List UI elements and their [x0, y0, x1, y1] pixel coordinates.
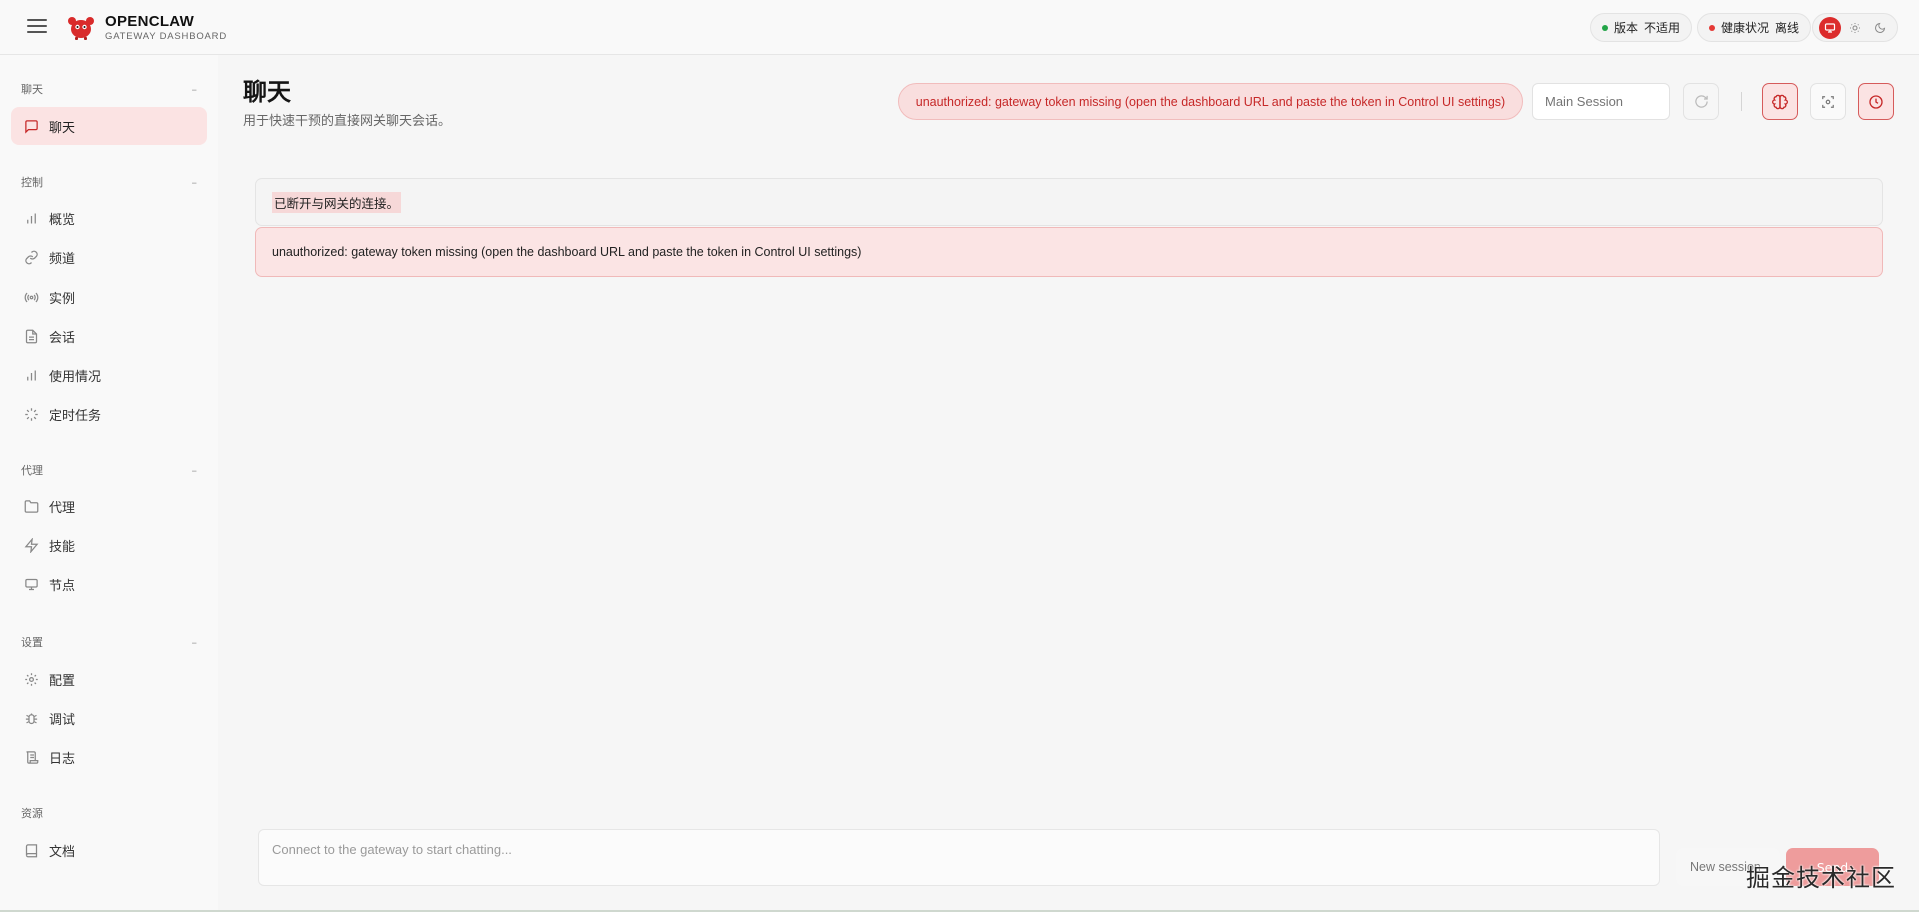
sidebar-item-chat[interactable]: 聊天	[11, 107, 207, 145]
sidebar-item-cron[interactable]: 定时任务	[11, 395, 207, 433]
sidebar-item-label: 概览	[49, 212, 76, 228]
top-bar: OPENCLAW GATEWAY DASHBOARD 版本 不适用 健康状况 离…	[0, 0, 1919, 55]
monitor-icon	[24, 578, 38, 590]
health-value: 离线	[1775, 21, 1800, 35]
section-label: 资源	[21, 807, 43, 820]
version-value: 不适用	[1644, 21, 1681, 35]
message-icon	[24, 119, 38, 134]
link-icon	[24, 250, 38, 264]
brand: OPENCLAW GATEWAY DASHBOARD	[105, 13, 227, 43]
brain-icon	[1772, 94, 1788, 109]
theme-switcher	[1812, 13, 1898, 42]
health-status-dot	[1709, 24, 1715, 31]
theme-system-button[interactable]	[1818, 16, 1841, 39]
gear-icon	[24, 672, 38, 686]
sidebar-section-control[interactable]: 控制 –	[21, 174, 197, 190]
sidebar-item-label: 使用情况	[49, 369, 102, 385]
sidebar-section-agents[interactable]: 代理 –	[21, 462, 197, 478]
sidebar-item-usage[interactable]: 使用情况	[11, 356, 207, 394]
loader-icon	[24, 407, 38, 421]
system-message: 已断开与网关的连接。	[255, 178, 1883, 226]
thinking-toggle-button[interactable]	[1762, 83, 1798, 120]
sidebar-item-logs[interactable]: 日志	[11, 738, 207, 776]
collapse-icon[interactable]: –	[192, 636, 198, 649]
error-message: unauthorized: gateway token missing (ope…	[255, 227, 1883, 277]
collapse-icon[interactable]: –	[192, 464, 198, 477]
section-label: 聊天	[21, 83, 43, 96]
session-input[interactable]	[1532, 83, 1670, 120]
theme-light-button[interactable]	[1844, 17, 1866, 39]
bar-chart-icon	[26, 213, 36, 223]
health-label: 健康状况	[1721, 21, 1770, 35]
folder-icon	[24, 499, 38, 513]
section-label: 代理	[21, 464, 43, 477]
sidebar-item-overview[interactable]: 概览	[11, 199, 207, 237]
sidebar-item-instances[interactable]: 实例	[11, 278, 207, 316]
version-pill: 版本 不适用	[1590, 13, 1693, 42]
page-subtitle: 用于快速干预的直接网关聊天会话。	[243, 114, 452, 129]
collapse-icon[interactable]: –	[192, 176, 198, 189]
refresh-icon	[1694, 95, 1708, 108]
history-button[interactable]	[1858, 83, 1894, 120]
file-icon	[25, 329, 37, 343]
section-label: 控制	[21, 176, 43, 189]
sidebar-section-settings[interactable]: 设置 –	[21, 634, 197, 650]
monitor-icon	[1824, 22, 1835, 33]
clock-icon	[1869, 94, 1883, 109]
sidebar-item-label: 日志	[49, 751, 76, 767]
sidebar-item-label: 调试	[49, 712, 76, 728]
sidebar-item-label: 实例	[49, 291, 76, 307]
focus-mode-button[interactable]	[1810, 83, 1846, 120]
sidebar-item-skills[interactable]: 技能	[11, 526, 207, 564]
sidebar-item-label: 会话	[49, 330, 76, 346]
sidebar-section-resources: 资源	[21, 805, 197, 821]
message-text: 已断开与网关的连接。	[272, 191, 402, 213]
brand-title: OPENCLAW	[105, 13, 195, 30]
sidebar-section-chat[interactable]: 聊天 –	[21, 81, 197, 97]
watermark: 掘金技术社区	[1746, 864, 1896, 892]
sidebar-item-label: 配置	[49, 673, 76, 689]
section-label: 设置	[21, 636, 43, 649]
sidebar-item-agents[interactable]: 代理	[11, 487, 207, 525]
sidebar: 聊天 – 聊天 控制 – 概览 频道 实例 会话 使用情况 定时任务 代理 –	[0, 55, 218, 912]
sidebar-item-sessions[interactable]: 会话	[11, 317, 207, 355]
refresh-button[interactable]	[1683, 83, 1719, 120]
sidebar-item-channels[interactable]: 频道	[11, 238, 207, 276]
page-title: 聊天	[243, 78, 291, 106]
book-icon	[25, 843, 37, 857]
sidebar-item-label: 定时任务	[49, 408, 102, 424]
collapse-icon[interactable]: –	[192, 83, 198, 96]
sidebar-item-label: 技能	[49, 539, 76, 555]
focus-icon	[1822, 95, 1834, 108]
theme-dark-button[interactable]	[1869, 17, 1891, 39]
zap-icon	[24, 537, 38, 553]
sidebar-item-config[interactable]: 配置	[11, 660, 207, 698]
health-pill: 健康状况 离线	[1697, 13, 1812, 42]
radio-icon	[24, 292, 38, 302]
menu-icon[interactable]	[27, 19, 47, 35]
error-banner: unauthorized: gateway token missing (ope…	[898, 83, 1523, 120]
sidebar-item-label: 频道	[49, 251, 76, 267]
sidebar-item-label: 节点	[49, 578, 76, 594]
chat-composer-input[interactable]: Connect to the gateway to start chatting…	[258, 829, 1660, 886]
sidebar-item-nodes[interactable]: 节点	[11, 565, 207, 603]
bar-chart-icon	[26, 370, 36, 380]
moon-icon	[1875, 22, 1886, 33]
toolbar-divider	[1741, 92, 1742, 111]
message-text: unauthorized: gateway token missing (ope…	[272, 245, 862, 259]
version-label: 版本	[1614, 21, 1639, 35]
sidebar-item-docs[interactable]: 文档	[11, 831, 207, 869]
sidebar-item-label: 聊天	[49, 120, 76, 136]
version-status-dot	[1602, 24, 1608, 31]
brand-subtitle: GATEWAY DASHBOARD	[105, 31, 227, 42]
bug-icon	[25, 713, 37, 724]
scroll-icon	[25, 750, 38, 764]
sun-icon	[1849, 22, 1860, 33]
sidebar-item-label: 代理	[49, 500, 76, 516]
openclaw-logo-icon	[68, 17, 94, 40]
sidebar-item-debug[interactable]: 调试	[11, 699, 207, 737]
sidebar-item-label: 文档	[49, 844, 76, 860]
